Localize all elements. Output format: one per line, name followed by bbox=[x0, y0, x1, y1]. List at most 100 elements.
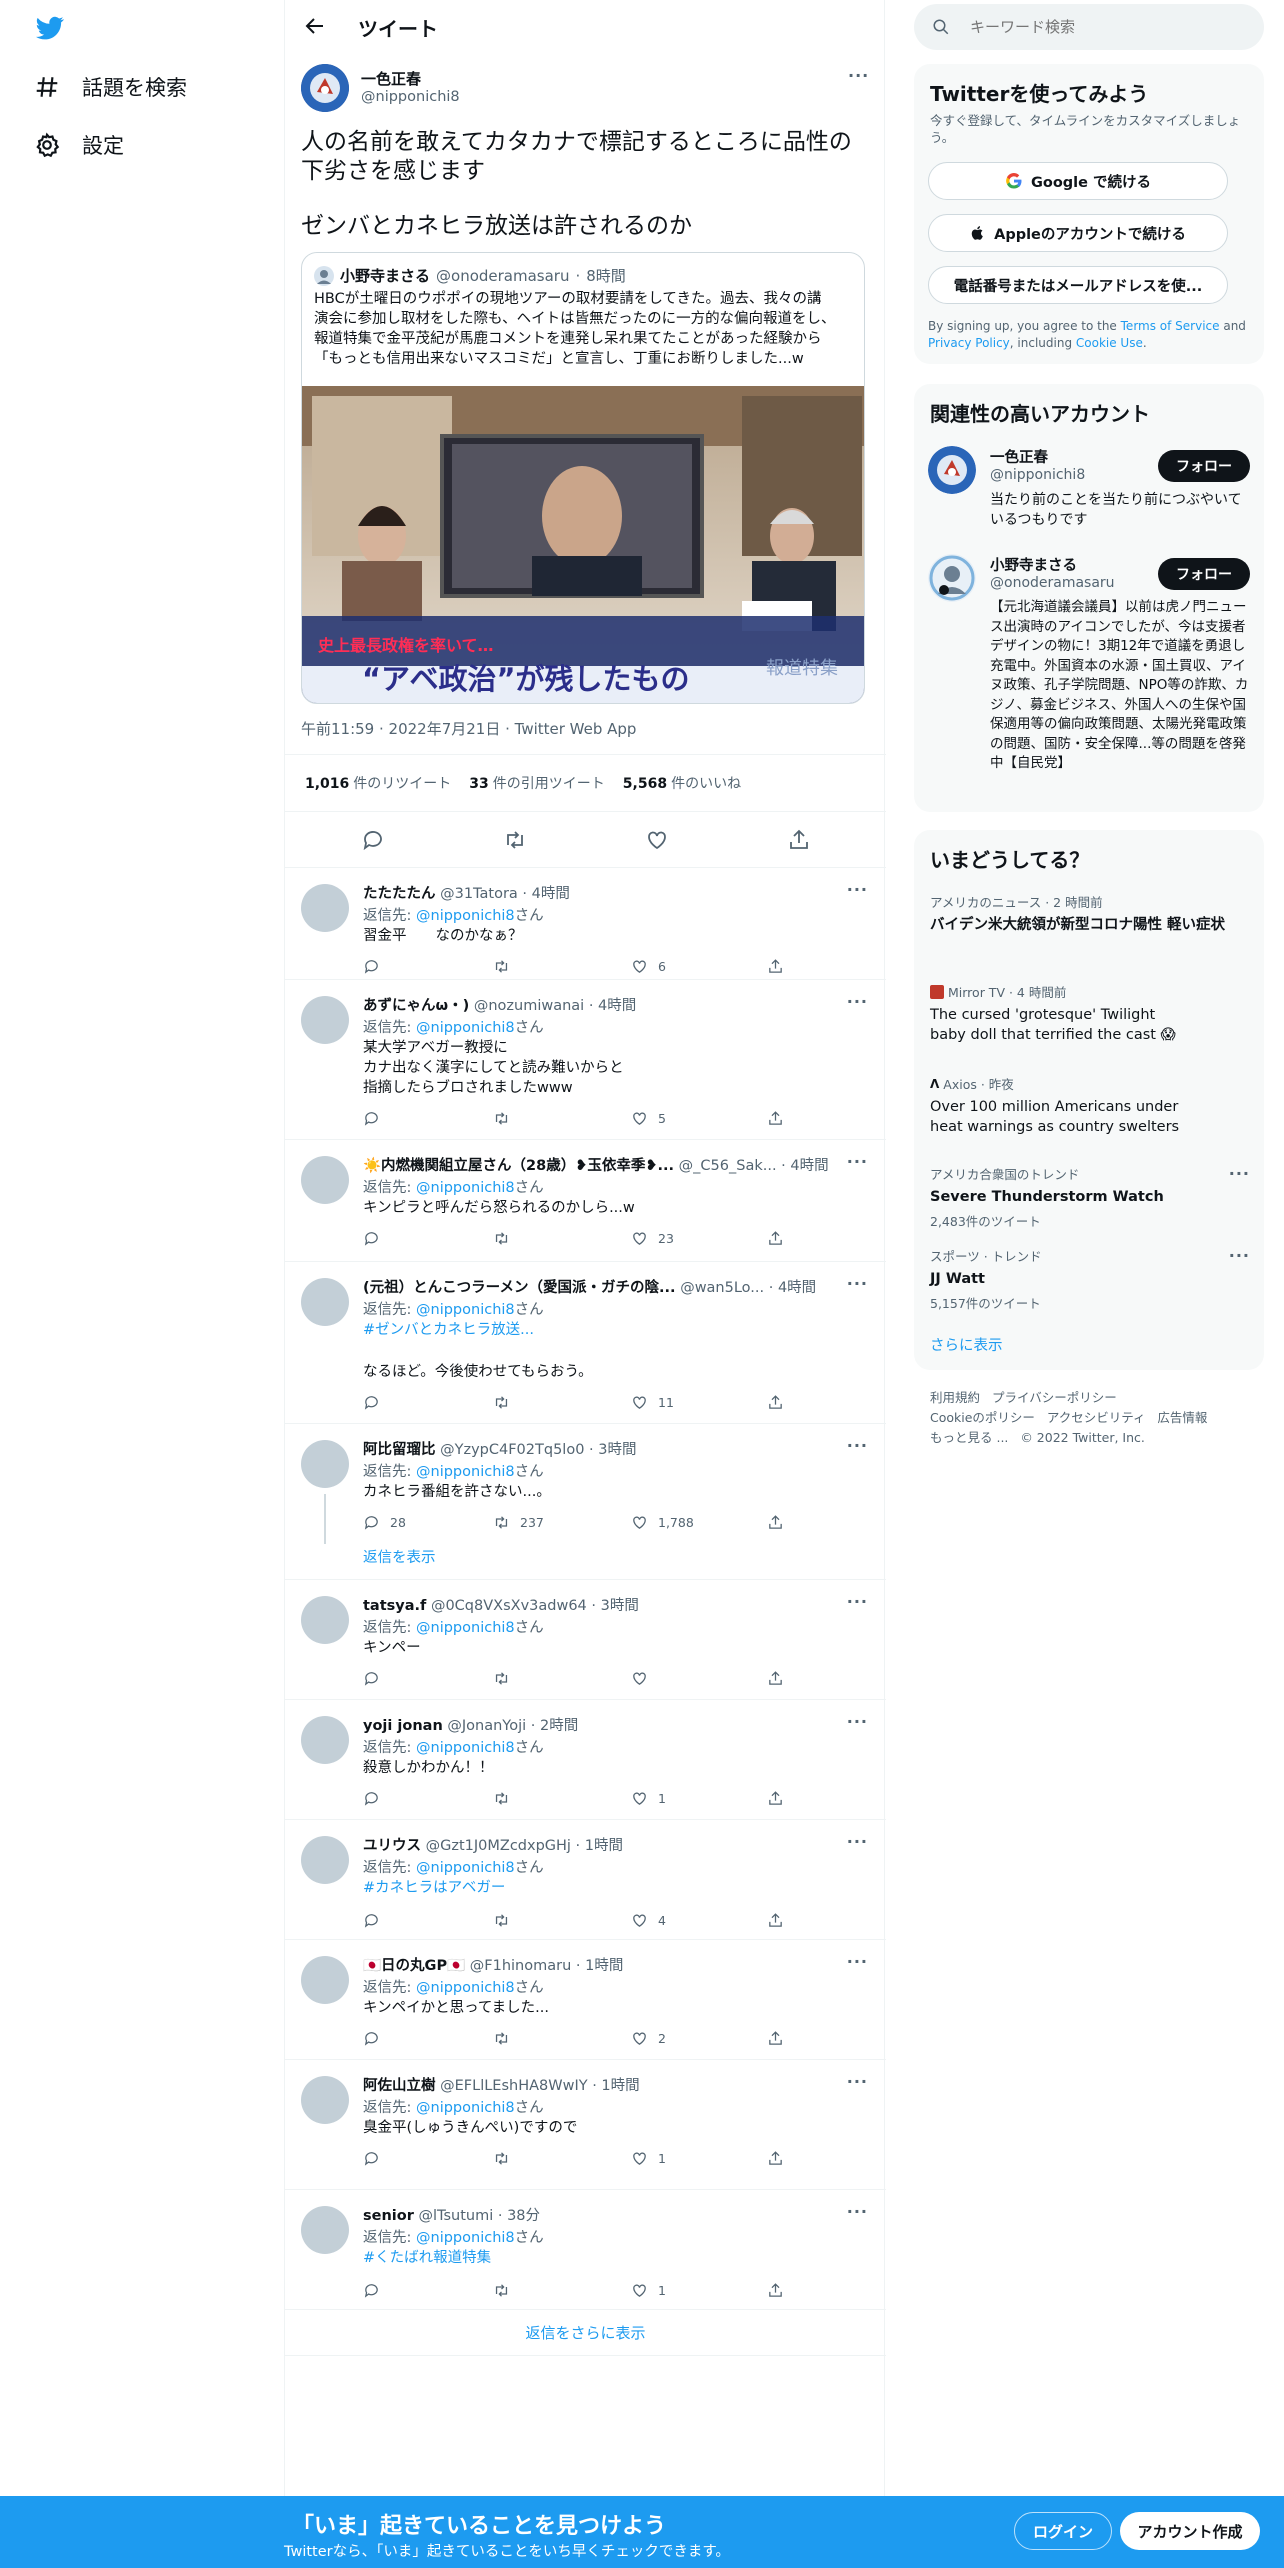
avatar[interactable] bbox=[301, 2076, 349, 2124]
reply-author-handle[interactable]: @lTsutumi bbox=[418, 2208, 493, 2224]
reply-to-handle[interactable]: @nipponichi8 bbox=[416, 1740, 515, 1756]
reply-tweet[interactable]: yoji jonan @JonanYoji · 2時間 ··· 返信先: @nipp… bbox=[285, 1700, 886, 1820]
share-action[interactable] bbox=[767, 2150, 784, 2167]
more-options-icon[interactable]: ··· bbox=[847, 1712, 868, 1731]
reply-action[interactable] bbox=[363, 1670, 380, 1687]
trend-item[interactable]: Ʌ Axios · 昨夜 Over 100 million Americans … bbox=[930, 1074, 1250, 1137]
like-action[interactable]: 6 bbox=[631, 958, 666, 975]
reply-tweet[interactable]: tatsya.f @0Cq8VXsXv3adw64 · 3時間 ··· 返信先: @… bbox=[285, 1580, 886, 1700]
reply-to-handle[interactable]: @nipponichi8 bbox=[416, 1020, 515, 1036]
reply-author-name[interactable]: ユリウス bbox=[363, 1838, 421, 1854]
more-options-icon[interactable]: ··· bbox=[847, 1952, 868, 1971]
like-action[interactable]: 1 bbox=[631, 2150, 666, 2167]
share-action[interactable] bbox=[767, 1110, 784, 1127]
avatar[interactable] bbox=[301, 996, 349, 1044]
more-options-icon[interactable]: ··· bbox=[847, 1152, 868, 1171]
footer-privacy-link[interactable]: プライバシーポリシー bbox=[992, 1390, 1117, 1405]
author-handle[interactable]: @nipponichi8 bbox=[361, 89, 460, 105]
share-action[interactable] bbox=[767, 2282, 784, 2299]
reply-author-handle[interactable]: @nozumiwanai bbox=[474, 998, 584, 1014]
reply-tweet[interactable]: たたたたん @31Tatora · 4時間 ··· 返信先: @nipponichi… bbox=[285, 868, 886, 980]
reply-author-name[interactable]: たたたたん bbox=[363, 886, 436, 902]
google-signup-button[interactable]: Google で続ける bbox=[928, 162, 1228, 200]
avatar[interactable] bbox=[301, 1716, 349, 1764]
reply-action[interactable] bbox=[363, 2150, 380, 2167]
like-action[interactable]: 2 bbox=[631, 2030, 666, 2047]
reply-tweet[interactable]: ユリウス @Gzt1J0MZcdxpGHj · 1時間 ··· 返信先: @nipp… bbox=[285, 1820, 886, 1940]
reply-author-name[interactable]: ☀️内燃機関組立屋さん（28歳）❥玉依幸季❥... bbox=[363, 1158, 674, 1174]
avatar[interactable] bbox=[301, 1440, 349, 1488]
reply-time[interactable]: 4時間 bbox=[778, 1280, 816, 1296]
share-action[interactable] bbox=[767, 1670, 784, 1687]
reply-author-handle[interactable]: @31Tatora bbox=[440, 886, 518, 902]
nav-settings[interactable]: 設定 bbox=[34, 130, 124, 160]
quote-media-image[interactable]: 史上最長政権を率いて… “アベ政治”が残したもの 報道特集 bbox=[302, 386, 864, 703]
retweet-action[interactable] bbox=[493, 1670, 510, 1687]
tweet-timestamp[interactable]: 午前11:59 · 2022年7月21日 · Twitter Web App bbox=[301, 718, 636, 739]
reply-author-handle[interactable]: @wan5Lo... bbox=[680, 1280, 764, 1296]
avatar[interactable] bbox=[301, 64, 349, 112]
like-action[interactable]: 5 bbox=[631, 1110, 666, 1127]
retweet-action[interactable] bbox=[493, 958, 510, 975]
footer-terms-link[interactable]: 利用規約 bbox=[930, 1390, 980, 1405]
share-action[interactable] bbox=[767, 958, 784, 975]
reply-tweet[interactable]: 阿比留瑠比 @YzypC4F02Tq5lo0 · 3時間 ··· 返信先: @nip… bbox=[285, 1424, 886, 1580]
quote-count[interactable]: 33 件の引用ツイート bbox=[469, 773, 604, 793]
retweet-action[interactable] bbox=[493, 1912, 510, 1929]
nav-explore[interactable]: 話題を検索 bbox=[34, 72, 187, 102]
reply-author-name[interactable]: あずにゃんω・) bbox=[363, 998, 469, 1014]
reply-to-handle[interactable]: @nipponichi8 bbox=[416, 1620, 515, 1636]
avatar[interactable] bbox=[928, 554, 976, 602]
share-icon[interactable] bbox=[787, 828, 811, 852]
account-name[interactable]: 小野寺まさる bbox=[990, 554, 1077, 575]
like-icon[interactable] bbox=[645, 828, 669, 852]
reply-author-handle[interactable]: @F1hinomaru bbox=[470, 1958, 572, 1974]
reply-to-handle[interactable]: @nipponichi8 bbox=[416, 1302, 515, 1318]
reply-action[interactable] bbox=[363, 2030, 380, 2047]
reply-author-name[interactable]: senior bbox=[363, 2208, 414, 2224]
reply-author-handle[interactable]: @_C56_Sak... bbox=[679, 1158, 777, 1174]
cookie-link[interactable]: Cookie Use bbox=[1076, 336, 1143, 350]
more-options-icon[interactable]: ··· bbox=[848, 66, 869, 85]
share-action[interactable] bbox=[767, 1230, 784, 1247]
reply-to-handle[interactable]: @nipponichi8 bbox=[416, 1464, 515, 1480]
like-action[interactable] bbox=[631, 1670, 648, 1687]
reply-author-handle[interactable]: @0Cq8VXsXv3adw64 bbox=[431, 1598, 587, 1614]
reply-action[interactable] bbox=[363, 1394, 380, 1411]
account-handle[interactable]: @nipponichi8 bbox=[990, 467, 1085, 483]
reply-time[interactable]: 1時間 bbox=[585, 1958, 623, 1974]
like-action[interactable]: 1 bbox=[631, 1790, 666, 1807]
footer-more-link[interactable]: もっと見る ... bbox=[930, 1430, 1008, 1445]
reply-author-handle[interactable]: @EFLlLEshHA8WwIY bbox=[440, 2078, 587, 2094]
quoted-tweet[interactable]: 小野寺まさる @onoderamasaru · 8時間 HBCが土曜日のウポポイ… bbox=[301, 252, 865, 704]
apple-signup-button[interactable]: Appleのアカウントで続ける bbox=[928, 214, 1228, 252]
more-options-icon[interactable]: ··· bbox=[847, 1832, 868, 1851]
reply-tweet[interactable]: senior @lTsutumi · 38分 ··· 返信先: @nipponich… bbox=[285, 2190, 886, 2310]
footer-accessibility-link[interactable]: アクセシビリティ bbox=[1047, 1410, 1146, 1425]
reply-hashtag[interactable]: #カネヒラはアベガー bbox=[363, 1878, 505, 1898]
signup-button[interactable]: アカウント作成 bbox=[1120, 2512, 1260, 2550]
more-options-icon[interactable]: ··· bbox=[847, 1436, 868, 1455]
reply-time[interactable]: 1時間 bbox=[585, 1838, 623, 1854]
more-options-icon[interactable]: ··· bbox=[1229, 1164, 1250, 1183]
retweet-action[interactable] bbox=[493, 1110, 510, 1127]
show-more-trends-link[interactable]: さらに表示 bbox=[930, 1334, 1003, 1355]
more-options-icon[interactable]: ··· bbox=[847, 1592, 868, 1611]
reply-tweet[interactable]: あずにゃんω・) @nozumiwanai · 4時間 ··· 返信先: @nipp… bbox=[285, 980, 886, 1140]
reply-author-name[interactable]: 🇯🇵日の丸GP🇯🇵 bbox=[363, 1958, 465, 1974]
reply-time[interactable]: 4時間 bbox=[598, 998, 636, 1014]
like-action[interactable]: 23 bbox=[631, 1230, 674, 1247]
reply-hashtag[interactable]: #くたばれ報道特集 bbox=[363, 2248, 491, 2268]
more-options-icon[interactable]: ··· bbox=[847, 2072, 868, 2091]
like-action[interactable]: 1 bbox=[631, 2282, 666, 2299]
avatar[interactable] bbox=[301, 2206, 349, 2254]
account-name[interactable]: 一色正春 bbox=[990, 446, 1048, 467]
reply-action[interactable] bbox=[363, 1790, 380, 1807]
reply-time[interactable]: 38分 bbox=[507, 2208, 540, 2224]
retweet-action[interactable] bbox=[493, 1394, 510, 1411]
reply-tweet[interactable]: ☀️内燃機関組立屋さん（28歳）❥玉依幸季❥... @_C56_Sak... ·… bbox=[285, 1140, 886, 1262]
reply-tweet[interactable]: 阿佐山立樹 @EFLlLEshHA8WwIY · 1時間 ··· 返信先: @nip… bbox=[285, 2060, 886, 2190]
back-arrow-icon[interactable] bbox=[303, 14, 327, 38]
trend-item[interactable]: スポーツ · トレンド JJ Watt 5,157件のツイート ··· bbox=[930, 1246, 1250, 1312]
reply-to-handle[interactable]: @nipponichi8 bbox=[416, 908, 515, 924]
